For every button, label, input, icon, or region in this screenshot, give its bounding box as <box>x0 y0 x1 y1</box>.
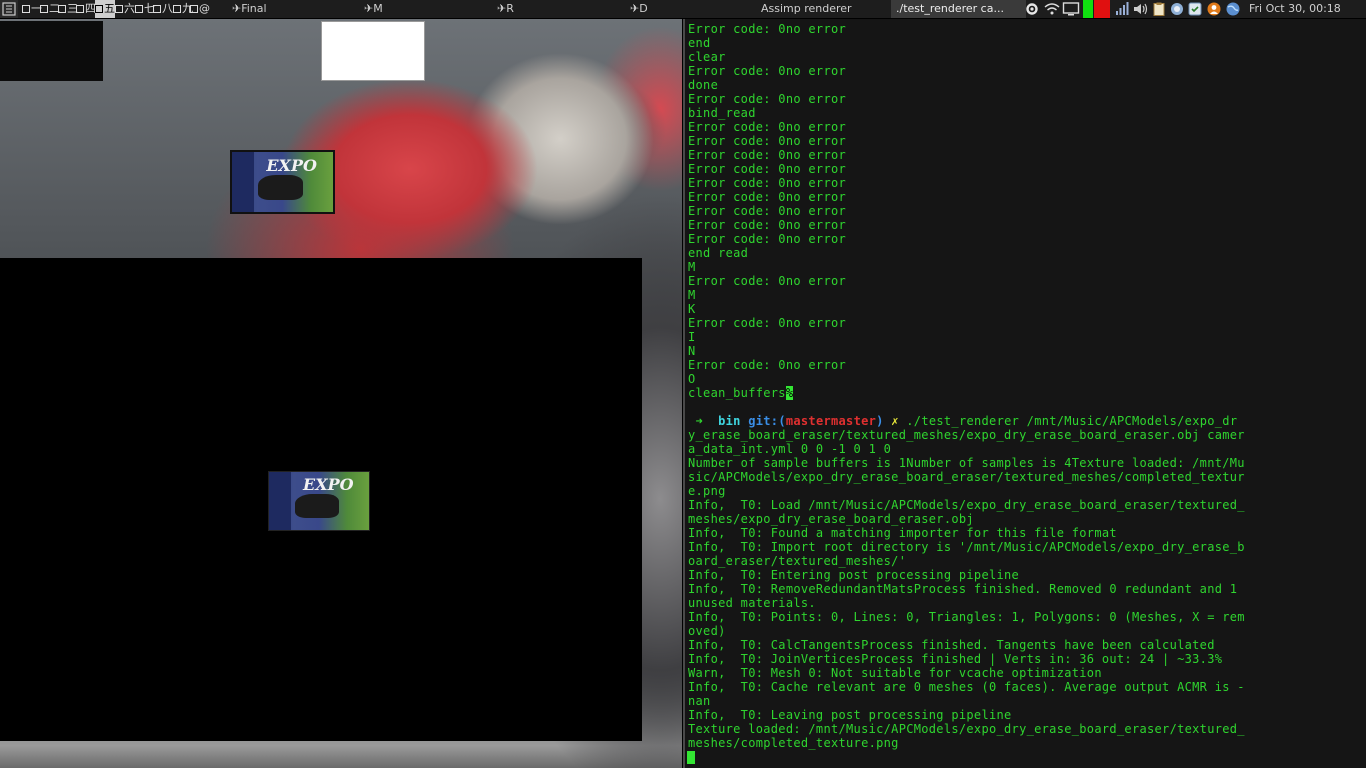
workspace-10[interactable]: @ <box>190 0 210 18</box>
update-icon[interactable] <box>1188 2 1204 16</box>
small-render-window[interactable] <box>0 21 103 81</box>
workspace-tag-icon <box>115 5 123 13</box>
workspace-7[interactable]: 七 <box>135 0 155 18</box>
workspace-tag-icon <box>58 5 66 13</box>
terminal-window[interactable]: Error code: 0no error end clear Error co… <box>683 19 1366 768</box>
workspace-tag-icon <box>173 5 181 13</box>
workspace-tag-icon <box>22 5 30 13</box>
cpu-graph-icon <box>1083 0 1093 18</box>
workspace-tag-icon <box>76 5 84 13</box>
workspace-6[interactable]: 六 <box>115 0 135 18</box>
launcher-menu-icon[interactable] <box>0 0 18 18</box>
workspace-5[interactable]: 五 <box>95 0 115 18</box>
eraser-brand-label: EXPO <box>266 155 317 175</box>
clipboard-icon[interactable] <box>1152 2 1168 16</box>
workspace-8[interactable]: 八 <box>153 0 173 18</box>
globe-icon[interactable] <box>1225 2 1243 16</box>
task-button[interactable]: ./test_renderer ca... <box>891 0 1026 18</box>
top-panel: 一二三四五六七八九 @ ✈Final ✈M ✈R ✈D Assimp renderer ./… <box>0 0 1366 19</box>
network-icon[interactable] <box>1170 2 1186 16</box>
blank-window[interactable] <box>321 21 425 81</box>
memory-graph-icon <box>1094 0 1110 18</box>
workspace-label: @ <box>199 2 210 15</box>
workspace-label: 八 <box>162 2 173 15</box>
workspace-label: 六 <box>124 2 135 15</box>
task-button[interactable]: ✈R <box>497 0 627 18</box>
eraser-brand-label: EXPO <box>303 475 354 495</box>
user-icon[interactable] <box>1207 2 1223 16</box>
task-button[interactable]: ✈Final <box>232 0 362 18</box>
workspace-1[interactable]: 一 <box>22 0 42 18</box>
terminal-output[interactable]: Error code: 0no error end clear Error co… <box>688 22 1366 750</box>
workspace-3[interactable]: 三 <box>58 0 78 18</box>
settings-icon[interactable] <box>1024 2 1042 16</box>
workspace-tag-icon <box>135 5 143 13</box>
workspace-4[interactable]: 四 <box>76 0 96 18</box>
workspace-tag-icon <box>95 5 103 13</box>
eraser-thumbnail-image: EXPO <box>230 150 335 214</box>
monitor-icon[interactable] <box>1062 2 1082 16</box>
task-button[interactable]: Assimp renderer <box>757 0 894 18</box>
clock[interactable]: Fri Oct 30, 00:18 <box>1249 0 1341 18</box>
workspace-2[interactable]: 二 <box>40 0 60 18</box>
workspace-tag-icon <box>190 5 198 13</box>
wifi-icon[interactable] <box>1044 2 1060 16</box>
signal-icon[interactable] <box>1115 2 1131 16</box>
volume-icon[interactable] <box>1133 2 1149 16</box>
task-button[interactable]: ✈M <box>364 0 494 18</box>
terminal-cursor <box>687 751 695 764</box>
task-button[interactable]: ✈D <box>630 0 755 18</box>
workspace-tag-icon <box>153 5 161 13</box>
rendered-eraser-model: EXPO <box>268 471 370 531</box>
workspace-label: 五 <box>104 2 115 15</box>
workspace-tag-icon <box>40 5 48 13</box>
